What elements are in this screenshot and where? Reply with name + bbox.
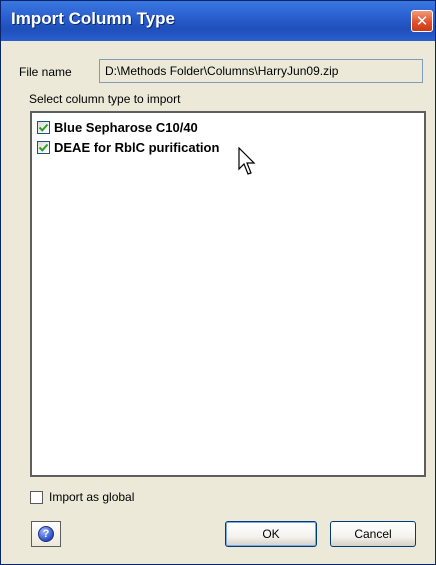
list-item-label: Blue Sepharose C10/40 <box>54 119 198 135</box>
help-button[interactable]: ? <box>31 521 61 547</box>
file-name-field[interactable]: D:\Methods Folder\Columns\HarryJun09.zip <box>99 59 423 83</box>
cancel-button[interactable]: Cancel <box>330 521 416 547</box>
close-icon: ✕ <box>415 13 429 30</box>
file-name-label: File name <box>19 65 72 79</box>
import-column-type-dialog: Import Column Type ✕ File name D:\Method… <box>0 0 436 565</box>
mouse-pointer-icon <box>238 147 256 175</box>
import-global-option[interactable]: Import as global <box>30 490 134 504</box>
dialog-title: Import Column Type <box>11 9 176 28</box>
checkmark-icon <box>38 123 49 132</box>
item-checkbox[interactable] <box>37 140 50 154</box>
column-type-list[interactable]: Blue Sepharose C10/40 DEAE for RblC puri… <box>30 111 426 477</box>
checkmark-icon <box>38 143 49 152</box>
item-checkbox[interactable] <box>37 120 50 134</box>
ok-button[interactable]: OK <box>225 521 317 547</box>
list-item[interactable]: Blue Sepharose C10/40 <box>37 118 198 136</box>
close-button[interactable]: ✕ <box>411 10 433 32</box>
select-column-type-label: Select column type to import <box>29 92 181 106</box>
import-global-checkbox[interactable] <box>30 490 43 504</box>
help-icon: ? <box>38 526 54 542</box>
import-global-label: Import as global <box>49 490 135 504</box>
list-item[interactable]: DEAE for RblC purification <box>37 138 219 156</box>
title-bar[interactable]: Import Column Type ✕ <box>1 1 435 41</box>
list-item-label: DEAE for RblC purification <box>54 139 220 155</box>
